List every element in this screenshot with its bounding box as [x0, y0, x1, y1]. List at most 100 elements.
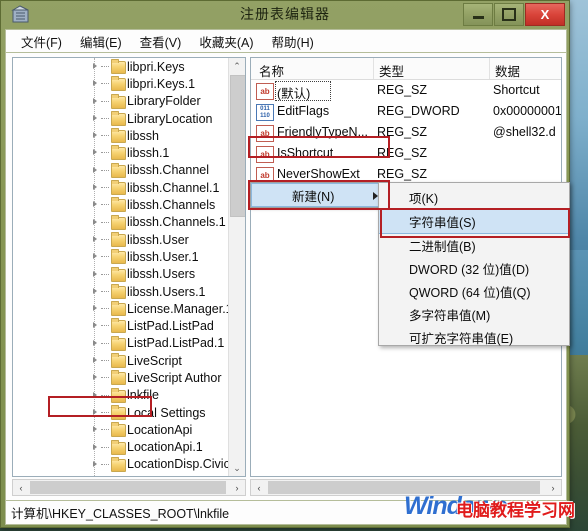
tree-item[interactable]: libssh.Users.1 [13, 283, 231, 300]
tree-item[interactable]: libssh.Channel.1 [13, 179, 231, 196]
chevron-right-icon[interactable] [93, 132, 97, 139]
tree-item[interactable]: LiveScript [13, 352, 231, 369]
chevron-right-icon[interactable] [93, 218, 97, 225]
tree-item[interactable]: ListPad.ListPad.1 [13, 335, 231, 352]
folder-icon [111, 162, 126, 178]
chevron-right-icon[interactable] [93, 287, 97, 294]
chevron-right-icon[interactable] [93, 339, 97, 346]
tree-item[interactable]: libssh.Users [13, 266, 231, 283]
scroll-down-icon[interactable]: ⌄ [229, 460, 245, 476]
chevron-right-icon[interactable] [93, 80, 97, 87]
tree-item[interactable]: LiveScript Author [13, 369, 231, 386]
column-header-name[interactable]: 名称 [255, 61, 284, 80]
tree-item[interactable]: LibraryFolder [13, 93, 231, 110]
value-row[interactable]: ab FriendlyTypeN... REG_SZ @shell32.d [251, 122, 561, 143]
chevron-right-icon[interactable] [93, 391, 97, 398]
tree-item[interactable]: libssh.1 [13, 144, 231, 161]
column-divider-2[interactable] [489, 58, 490, 79]
tree-item[interactable]: libpri.Keys [13, 58, 231, 75]
registry-tree-pane[interactable]: libpri.Keys libpri.Keys.1 LibraryFolder Lib… [12, 57, 246, 477]
scroll-right-icon[interactable]: › [229, 480, 245, 495]
chevron-right-icon[interactable] [93, 166, 97, 173]
tree-item[interactable]: License.Manager.1 [13, 300, 233, 317]
tree-item[interactable]: ListPad.ListPad [13, 317, 231, 334]
submenu-item[interactable]: 二进制值(B) [379, 234, 569, 257]
folder-icon [111, 249, 126, 265]
menu-edit[interactable]: 编辑(E) [71, 30, 131, 53]
submenu-item[interactable]: 可扩充字符串值(E) [379, 326, 569, 349]
submenu-item[interactable]: 项(K) [379, 186, 569, 209]
context-menu[interactable]: 新建(N) [250, 182, 388, 208]
column-divider-1[interactable] [373, 58, 374, 79]
tree-item[interactable]: libssh.Channel [13, 162, 231, 179]
chevron-right-icon[interactable] [93, 253, 97, 260]
chevron-right-icon[interactable] [93, 235, 97, 242]
chevron-right-icon[interactable] [93, 97, 97, 104]
chevron-right-icon[interactable] [93, 305, 97, 312]
chevron-right-icon[interactable] [93, 270, 97, 277]
minimize-button[interactable] [463, 3, 493, 26]
scroll-up-icon[interactable]: ⌃ [229, 58, 245, 74]
tree-item-label: LibraryLocation [127, 111, 213, 126]
maximize-button[interactable] [494, 3, 524, 26]
tree-scroll-thumb[interactable] [230, 75, 245, 217]
column-header-type[interactable]: 类型 [375, 61, 404, 80]
context-menu-item-new[interactable]: 新建(N) [251, 183, 387, 207]
chevron-right-icon[interactable] [93, 184, 97, 191]
chevron-right-icon[interactable] [93, 322, 97, 329]
tree-item[interactable]: LocationApi [13, 421, 231, 438]
tree-connector [101, 100, 109, 103]
chevron-right-icon[interactable] [93, 443, 97, 450]
value-row[interactable]: 011 110 EditFlags REG_DWORD 0x00000001 [251, 101, 561, 122]
chevron-right-icon[interactable] [93, 201, 97, 208]
tree-item[interactable]: libssh.User [13, 231, 231, 248]
tree-item[interactable]: libssh.Channels.1 [13, 214, 231, 231]
tree-connector [101, 152, 109, 154]
folder-icon [111, 128, 126, 144]
tree-item[interactable]: LocationApi.1 [13, 439, 231, 456]
chevron-right-icon[interactable] [93, 357, 97, 364]
chevron-right-icon[interactable] [93, 149, 97, 156]
tree-item[interactable]: libpri.Keys.1 [13, 75, 231, 92]
tree-vertical-scrollbar[interactable]: ⌃ ⌄ [228, 58, 245, 476]
menu-view[interactable]: 查看(V) [131, 30, 191, 53]
chevron-right-icon[interactable] [93, 426, 97, 433]
tree-item[interactable]: LibraryLocation [13, 110, 231, 127]
scroll-left-icon[interactable]: ‹ [13, 480, 29, 495]
chevron-right-icon[interactable] [93, 374, 97, 381]
submenu-item[interactable]: DWORD (32 位)值(D) [379, 257, 569, 280]
tree-connector [101, 325, 109, 327]
tree-item[interactable]: Local Settings [13, 404, 231, 421]
menu-file[interactable]: 文件(F) [12, 30, 71, 53]
chevron-right-icon[interactable] [93, 63, 97, 69]
new-submenu[interactable]: 项(K) 字符串值(S) 二进制值(B) DWORD (32 位)值(D) QWORD … [378, 182, 570, 346]
submenu-item[interactable]: 字符串值(S) [379, 209, 569, 234]
focus-outline [275, 81, 331, 101]
chevron-right-icon[interactable] [93, 408, 97, 415]
tree-item[interactable]: libssh.User.1 [13, 248, 231, 265]
tree-item[interactable]: libssh [13, 127, 231, 144]
value-row[interactable]: ab IsShortcut REG_SZ [251, 143, 561, 164]
tree-connector [101, 117, 109, 120]
menu-help[interactable]: 帮助(H) [262, 30, 322, 53]
scroll-right-icon[interactable]: › [545, 480, 561, 495]
values-column-header: 名称 类型 数据 [251, 58, 561, 80]
folder-icon [111, 231, 126, 247]
values-hscroll-thumb[interactable] [268, 481, 540, 494]
close-button[interactable]: X [525, 3, 565, 26]
submenu-item[interactable]: QWORD (64 位)值(Q) [379, 280, 569, 303]
tree-item[interactable]: LocationDisp.CivicAddr [13, 456, 245, 473]
tree-connector [101, 463, 109, 466]
chevron-right-icon[interactable] [93, 114, 97, 121]
tree-item[interactable]: lnkfile [13, 387, 231, 404]
scroll-left-icon[interactable]: ‹ [251, 480, 267, 495]
values-horizontal-scrollbar[interactable]: ‹ › [250, 479, 562, 496]
value-row[interactable]: ab (默认) REG_SZ Shortcut [251, 80, 561, 101]
submenu-item[interactable]: 多字符串值(M) [379, 303, 569, 326]
tree-hscroll-thumb[interactable] [30, 481, 226, 494]
chevron-right-icon[interactable] [93, 460, 97, 467]
menu-favorites[interactable]: 收藏夹(A) [190, 30, 262, 53]
tree-item[interactable]: libssh.Channels [13, 196, 231, 213]
column-header-data[interactable]: 数据 [491, 61, 520, 80]
tree-horizontal-scrollbar[interactable]: ‹ › [12, 479, 246, 496]
